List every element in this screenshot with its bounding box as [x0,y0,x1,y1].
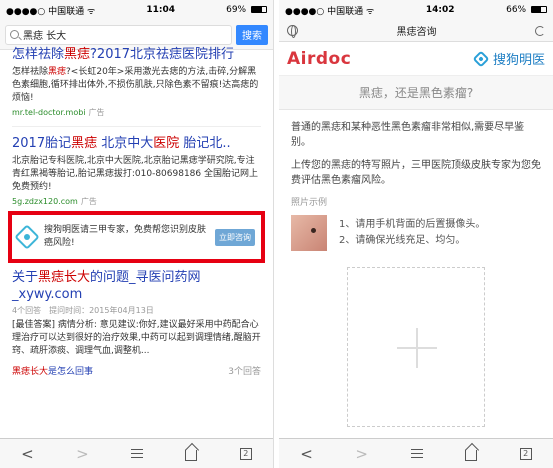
carrier-label: ●●●●○ 中国联通 ᯤ [6,6,96,17]
back-icon[interactable]: < [300,445,313,463]
related-question-row[interactable]: 黑痣长大是怎么回事 3个回答 [12,364,261,377]
sogou-mingyi-mark-icon [472,50,490,67]
clock: 14:02 [425,5,455,15]
sample-photo-row: 1、请用手机背面的后置摄像头。 2、请确保光线充足、均匀。 [291,215,541,251]
sample-photo-label: 照片示例 [291,198,328,208]
page-title-bar: 黑痣咨询 [279,20,553,42]
result-title[interactable]: 关于黑痣长大的问题_寻医问药网_xywy.com [12,269,261,303]
battery-indicator: 66% [506,5,547,15]
forward-icon[interactable]: > [355,445,368,463]
menu-icon[interactable] [410,449,423,458]
battery-icon [250,6,267,13]
intro-paragraph: 普通的黑痣和某种恶性黑色素瘤非常相似,需要尽早鉴别。 [291,122,525,148]
sogou-mingyi-label: 搜狗明医 [492,53,545,68]
airdoc-logo: Airdoc [287,48,352,69]
status-bar: ●●●●○ 中国联通 ᯤ 14:02 66% [279,0,553,20]
consult-body: 普通的黑痣和某种恶性黑色素瘤非常相似,需要尽早鉴别。 上传您的黑痣的特写照片，三… [279,110,553,468]
brand-header: Airdoc 搜狗明医 [279,42,553,76]
answer-count: 3个回答 [228,367,261,377]
home-icon[interactable] [465,450,478,461]
result-snippet: 怎样祛除黑痣?<长虹20年>采用激光去痣的方法,击碎,分解黑色素细胞,循环排出体… [12,67,259,103]
sample-photo-thumbnail [291,215,327,251]
search-input[interactable]: 黑痣 长大 [5,24,232,45]
browser-toolbar: < > 2 [0,438,273,468]
result-title[interactable]: 怎样祛除黑痣?2017北京祛痣医院排行 [12,46,261,63]
clock: 11:04 [146,5,175,15]
battery-icon [530,6,547,13]
result-url: mr.tel-doctor.mobi 广告 [12,108,105,117]
search-button[interactable]: 搜索 [236,24,268,45]
menu-icon[interactable] [131,449,144,458]
result-snippet: 北京胎记专科医院,北京中大医院,北京胎记黑痣学研究院,专注青红黑褐等胎记,胎记黑… [12,156,258,192]
tip-item: 2、请确保光线充足、均匀。 [339,235,466,246]
headline-question: 黑痣，还是黑色素瘤? [279,76,553,110]
result-item[interactable]: 关于黑痣长大的问题_寻医问药网_xywy.com 4个回答 提问时间：2015年… [12,269,261,377]
sogou-mingyi-logo: 搜狗明医 [472,49,545,68]
forward-icon[interactable]: > [76,445,89,463]
tabs-icon[interactable]: 2 [239,447,252,460]
sogou-mingyi-ad-box[interactable]: 搜狗明医请三甲专家，免费帮您识别皮肤癌风险! 立即咨询 [8,211,265,263]
tabs-icon[interactable]: 2 [519,447,532,460]
status-bar: ●●●●○ 中国联通 ᯤ 11:04 69% [0,0,273,20]
sogou-mingyi-logo-icon [14,224,40,250]
result-url: 5g.zdzx120.com 广告 [12,197,97,206]
search-results: 怎样祛除黑痣?2017北京祛痣医院排行 怎样祛除黑痣?<长虹20年>采用激光去痣… [0,46,273,207]
result-item[interactable]: 2017胎记黑痣 北京中大医院 胎记北.. 北京胎记专科医院,北京中大医院,北京… [12,135,261,207]
left-phone-screen: ●●●●○ 中国联通 ᯤ 11:04 69% 黑痣 长大 搜索 怎样祛除黑痣?2… [0,0,274,468]
tip-item: 1、请用手机背面的后置摄像头。 [339,219,486,230]
photo-upload-area[interactable] [347,267,485,427]
consult-now-button[interactable]: 立即咨询 [215,228,255,246]
upload-instruction: 上传您的黑痣的特写照片，三甲医院顶级皮肤专家为您免费评估黑色素瘤风险。 [291,160,541,186]
result-title[interactable]: 2017胎记黑痣 北京中大医院 胎记北.. [12,135,261,152]
page-title: 黑痣咨询 [396,27,437,38]
reload-icon[interactable] [535,25,545,36]
back-icon[interactable]: < [21,445,34,463]
home-icon[interactable] [185,450,198,461]
battery-percent: 66% [506,5,527,15]
divider [12,126,261,127]
result-item[interactable]: 怎样祛除黑痣?2017北京祛痣医院排行 怎样祛除黑痣?<长虹20年>采用激光去痣… [12,46,261,118]
ad-text: 搜狗明医请三甲专家，免费帮您识别皮肤癌风险! [44,225,207,248]
battery-percent: 69% [226,5,247,15]
result-snippet: [最佳答案] 病情分析: 意见建议:你好,建议最好采用中药配合心理治疗可以达到很… [12,320,261,356]
photo-tips: 1、请用手机背面的后置摄像头。 2、请确保光线充足、均匀。 [339,217,485,249]
carrier-label: ●●●●○ 中国联通 ᯤ [285,6,375,17]
search-query: 黑痣 长大 [23,31,67,42]
battery-indicator: 69% [226,5,267,15]
search-results-continued: 关于黑痣长大的问题_寻医问药网_xywy.com 4个回答 提问时间：2015年… [0,269,273,377]
right-phone-screen: ●●●●○ 中国联通 ᯤ 14:02 66% 黑痣咨询 Airdoc 搜狗明医 … [279,0,553,468]
search-icon [10,30,19,39]
browser-toolbar: < > 2 [279,438,553,468]
globe-icon [287,25,298,38]
result-meta: 4个回答 提问时间：2015年04月13日 [12,306,154,315]
